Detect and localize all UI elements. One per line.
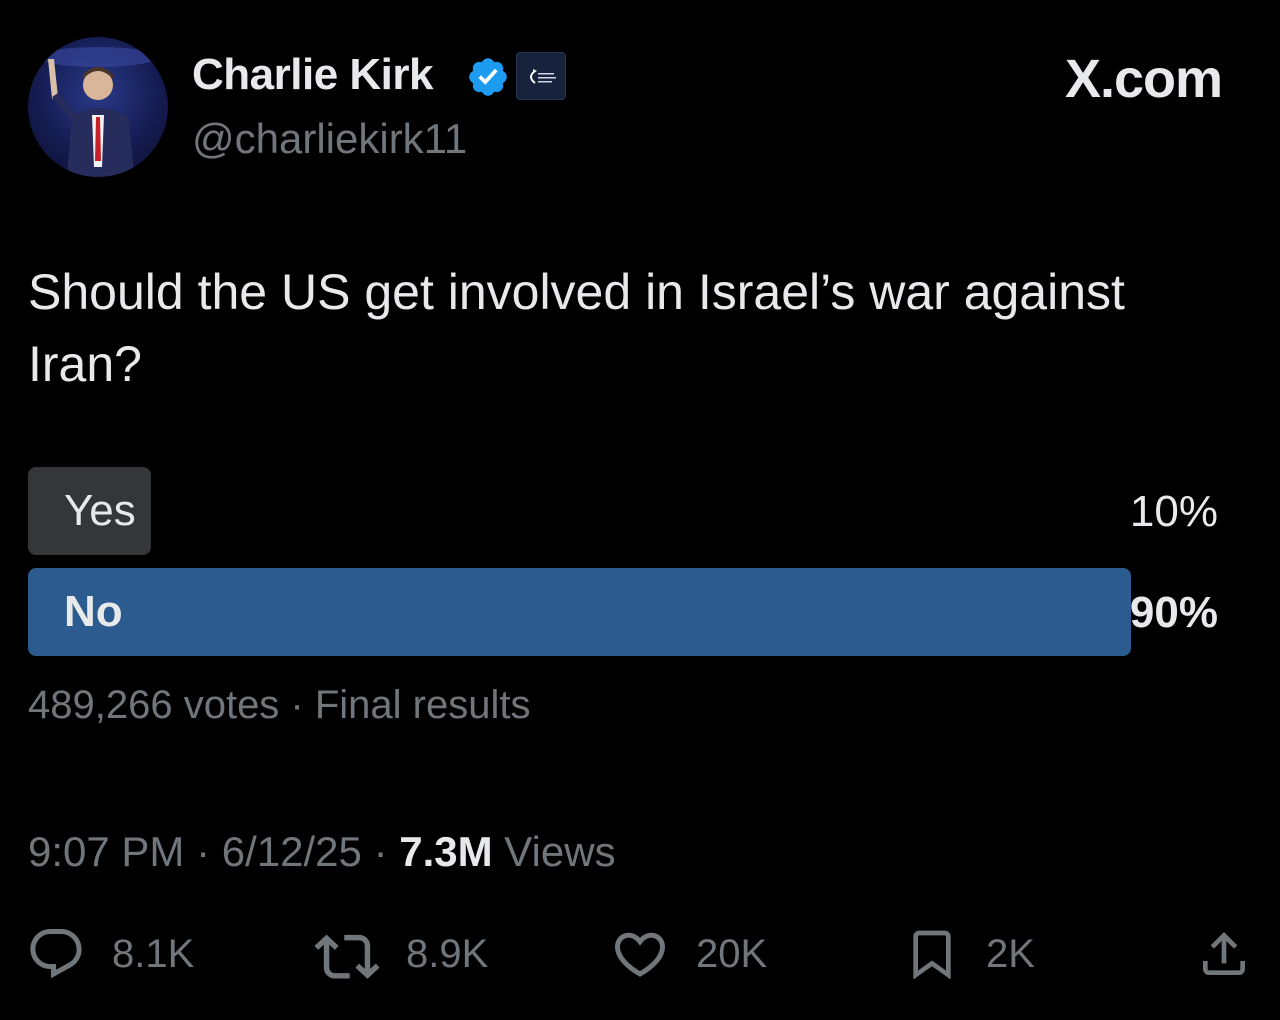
like-button[interactable]: 20K (610, 924, 767, 984)
site-logo: X.com (1064, 49, 1223, 109)
tweet-text: Should the US get involved in Israel’s w… (28, 264, 1125, 392)
bookmark-icon (913, 930, 951, 980)
author-display-name[interactable]: Charlie Kirk (192, 50, 433, 100)
reply-icon (30, 929, 82, 979)
like-count: 20K (696, 931, 768, 976)
avatar[interactable] (28, 37, 168, 177)
views-count[interactable]: 7.3M (399, 828, 492, 875)
verified-badge-icon (469, 58, 507, 96)
reply-button[interactable]: 8.1K (26, 924, 194, 984)
separator-dot: · (196, 828, 211, 875)
retweet-count: 8.9K (406, 931, 489, 976)
retweet-icon (314, 934, 380, 979)
poll-option-no: No (28, 568, 1131, 656)
poll-option-label: No (64, 587, 123, 636)
tweet-time[interactable]: 9:07 PM (28, 828, 184, 875)
bookmark-count: 2K (986, 931, 1035, 976)
turning-point-usa-logo (530, 69, 556, 84)
share-button[interactable] (1196, 924, 1252, 984)
poll-results-summary: 489,266 votes · Final results (28, 683, 531, 727)
poll-option-percent: 10% (1129, 487, 1218, 536)
heart-icon (614, 932, 666, 977)
affiliate-badge-turning-point-usa[interactable] (516, 52, 566, 100)
poll-option-percent: 90% (1129, 588, 1218, 637)
reply-count: 8.1K (112, 931, 195, 976)
poll-option-yes: Yes (28, 467, 151, 555)
separator-dot: · (373, 828, 388, 875)
tweet-timestamp-row: 9:07 PM · 6/12/25 · 7.3M Views (28, 828, 616, 876)
tweet-date[interactable]: 6/12/25 (222, 828, 362, 875)
avatar-photo (38, 47, 158, 177)
share-icon (1203, 932, 1245, 975)
bookmark-button[interactable]: 2K (904, 924, 1035, 984)
views-label: Views (504, 828, 616, 875)
author-handle[interactable]: @charliekirk11 (192, 115, 467, 163)
poll-option-label: Yes (64, 486, 136, 535)
retweet-button[interactable]: 8.9K (314, 924, 488, 984)
